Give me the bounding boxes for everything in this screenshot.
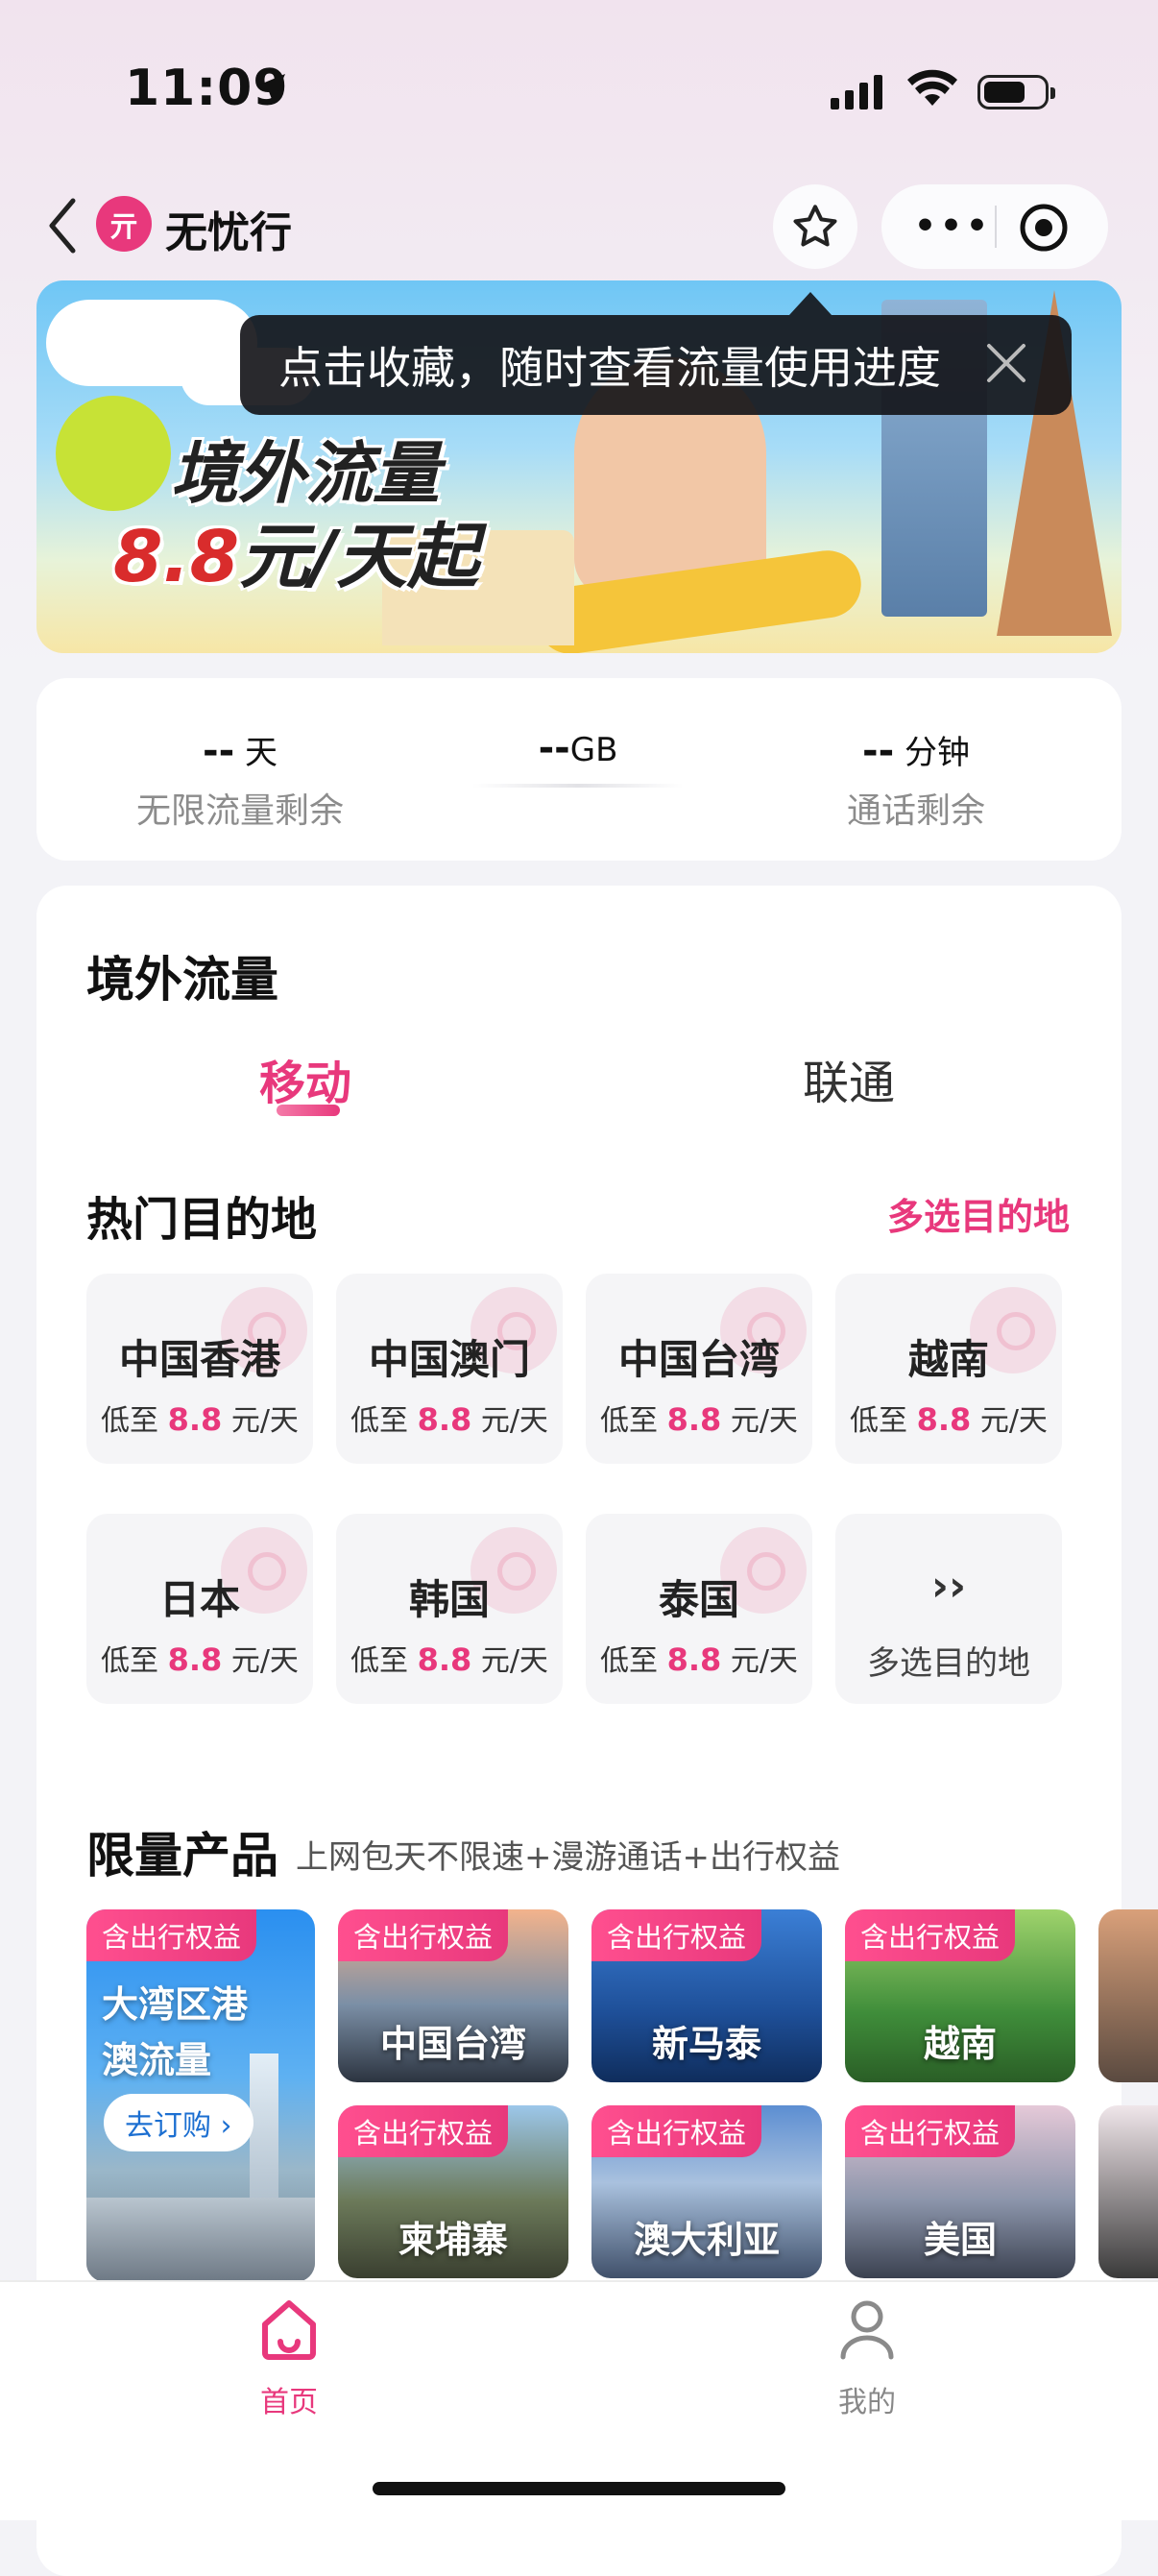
miniprogram-capsule: ••• bbox=[881, 184, 1108, 269]
product-card[interactable]: 含出行权益 澳大利亚 bbox=[591, 2105, 822, 2278]
multi-destination-label: 多选目的地 bbox=[867, 1644, 1030, 1683]
product-card[interactable]: 含出行权益 新马泰 bbox=[591, 1909, 822, 2082]
benefit-tag: 含出行权益 bbox=[845, 2105, 1016, 2157]
destination-name: 日本 bbox=[158, 1576, 240, 1623]
benefit-tag: 含出行权益 bbox=[86, 1909, 257, 1961]
limited-products-title: 限量产品 bbox=[86, 1828, 278, 1883]
banner-price: 8.8 bbox=[113, 516, 240, 598]
benefit-tag: 含出行权益 bbox=[591, 1909, 762, 1961]
product-name: 中国台湾 bbox=[379, 2023, 526, 2065]
product-card[interactable]: 含出行权益 中国台湾 bbox=[338, 1909, 568, 2082]
destination-price: 低至 8.8 元/天 bbox=[350, 1641, 548, 1678]
usage-stats-card: -- 天 无限流量剩余 --GB -- 分钟 通话剩余 bbox=[36, 678, 1122, 861]
favorite-button[interactable] bbox=[773, 184, 857, 269]
multi-destination-link[interactable]: 多选目的地 bbox=[887, 1187, 1070, 1240]
hot-destinations-title: 热门目的地 bbox=[86, 1193, 318, 1247]
product-name: 柬埔寨 bbox=[398, 2219, 508, 2261]
banner-price-line: 8.8元/天起 bbox=[113, 499, 478, 602]
product-name: 澳大利亚 bbox=[633, 2219, 780, 2261]
multi-destination-tile[interactable]: ›› 多选目的地 bbox=[835, 1514, 1062, 1704]
home-indicator bbox=[373, 2482, 785, 2495]
benefit-tag: 含出行权益 bbox=[591, 2105, 762, 2157]
stat-value: -- bbox=[538, 726, 570, 770]
wifi-icon bbox=[907, 67, 957, 113]
destination-tile[interactable]: 泰国 低至 8.8 元/天 bbox=[586, 1514, 812, 1704]
product-card-greater-bay[interactable]: 含出行权益 大湾区港澳流量 去订购 › bbox=[86, 1909, 315, 2282]
cellular-signal-icon bbox=[831, 75, 884, 113]
destination-price: 低至 8.8 元/天 bbox=[350, 1401, 548, 1438]
destination-tile[interactable]: 日本 低至 8.8 元/天 bbox=[86, 1514, 313, 1704]
product-card-partial[interactable] bbox=[1098, 2105, 1158, 2278]
back-chevron-icon[interactable] bbox=[46, 197, 79, 258]
double-chevron-icon: ›› bbox=[930, 1562, 967, 1611]
section-title: 境外流量 bbox=[86, 952, 278, 1008]
active-tab-indicator bbox=[277, 1105, 340, 1116]
tab-home-label[interactable]: 首页 bbox=[259, 2378, 319, 2420]
profile-icon[interactable] bbox=[837, 2297, 897, 2365]
mascot-badge bbox=[56, 396, 171, 511]
benefit-tag: 含出行权益 bbox=[338, 2105, 509, 2157]
stat-data-gb: --GB bbox=[434, 726, 722, 788]
product-name: 新马泰 bbox=[651, 2023, 761, 2065]
product-name: 美国 bbox=[923, 2219, 997, 2261]
destination-name: 越南 bbox=[907, 1336, 989, 1383]
destination-name: 泰国 bbox=[658, 1576, 739, 1623]
destination-tile[interactable]: 中国香港 低至 8.8 元/天 bbox=[86, 1274, 313, 1464]
home-icon[interactable] bbox=[259, 2297, 319, 2365]
stat-placeholder-bar bbox=[472, 784, 684, 788]
order-button[interactable]: 去订购 › bbox=[104, 2094, 253, 2151]
destination-name: 中国香港 bbox=[118, 1336, 280, 1383]
skyline-illustration bbox=[86, 2198, 315, 2282]
destination-tile[interactable]: 中国澳门 低至 8.8 元/天 bbox=[336, 1274, 563, 1464]
product-card-partial[interactable] bbox=[1098, 1909, 1158, 2082]
banner-price-unit: 元/天起 bbox=[239, 516, 479, 598]
destination-price: 低至 8.8 元/天 bbox=[600, 1641, 798, 1678]
stat-unit: 天 bbox=[245, 734, 277, 772]
product-name: 大湾区港澳流量 bbox=[102, 1983, 249, 2081]
destination-tile[interactable]: 越南 低至 8.8 元/天 bbox=[835, 1274, 1062, 1464]
destination-tile[interactable]: 中国台湾 低至 8.8 元/天 bbox=[586, 1274, 812, 1464]
destination-price: 低至 8.8 元/天 bbox=[600, 1401, 798, 1438]
destination-name: 中国澳门 bbox=[368, 1336, 530, 1383]
capsule-divider bbox=[995, 206, 997, 248]
app-logo: 亓 bbox=[96, 196, 152, 252]
tooltip-text: 点击收藏，随时查看流量使用进度 bbox=[278, 342, 941, 394]
stat-unlimited-days: -- 天 无限流量剩余 bbox=[96, 726, 384, 833]
destination-price: 低至 8.8 元/天 bbox=[101, 1401, 299, 1438]
tab-me-label[interactable]: 我的 bbox=[837, 2378, 897, 2420]
stat-label: 通话剩余 bbox=[846, 791, 985, 831]
destination-tile[interactable]: 韩国 低至 8.8 元/天 bbox=[336, 1514, 563, 1704]
tab-china-mobile[interactable]: 移动 bbox=[259, 1045, 351, 1112]
destination-name: 韩国 bbox=[408, 1576, 490, 1623]
star-icon bbox=[793, 205, 837, 247]
destination-price: 低至 8.8 元/天 bbox=[850, 1401, 1048, 1438]
stat-label: 无限流量剩余 bbox=[135, 791, 344, 831]
favorite-tooltip: 点击收藏，随时查看流量使用进度 bbox=[240, 315, 1072, 415]
more-dots-icon[interactable]: ••• bbox=[914, 209, 992, 244]
location-arrow-icon bbox=[252, 69, 290, 111]
limited-products-subtitle: 上网包天不限速+漫游通话+出行权益 bbox=[296, 1838, 840, 1877]
product-card[interactable]: 含出行权益 越南 bbox=[845, 1909, 1075, 2082]
app-title: 无忧行 bbox=[165, 208, 292, 257]
stat-value: -- bbox=[202, 729, 235, 773]
product-card[interactable]: 含出行权益 美国 bbox=[845, 2105, 1075, 2278]
battery-icon bbox=[977, 75, 1055, 109]
stat-unit: 分钟 bbox=[905, 734, 970, 772]
destination-price: 低至 8.8 元/天 bbox=[101, 1641, 299, 1678]
benefit-tag: 含出行权益 bbox=[338, 1909, 509, 1961]
close-icon[interactable] bbox=[981, 338, 1031, 392]
tooltip-arrow bbox=[789, 292, 832, 315]
destination-name: 中国台湾 bbox=[617, 1336, 780, 1383]
close-miniprogram-icon[interactable] bbox=[1018, 202, 1070, 257]
stat-unit: GB bbox=[569, 731, 618, 769]
stat-value: -- bbox=[861, 729, 895, 773]
benefit-tag: 含出行权益 bbox=[845, 1909, 1016, 1961]
product-name: 越南 bbox=[923, 2023, 997, 2065]
stat-call-minutes: -- 分钟 通话剩余 bbox=[772, 726, 1060, 833]
product-card[interactable]: 含出行权益 柬埔寨 bbox=[338, 2105, 568, 2278]
tab-china-unicom[interactable]: 联通 bbox=[803, 1045, 895, 1112]
